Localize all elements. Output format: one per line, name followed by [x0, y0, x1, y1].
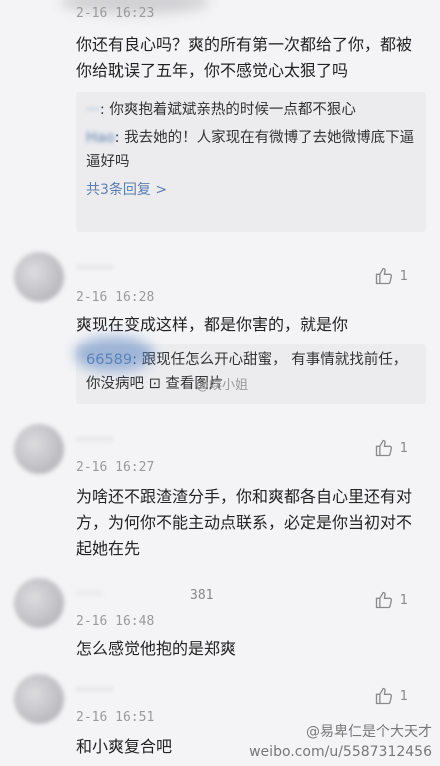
reply-text: 你爽抱着斌斌亲热的时候一点都不狠心 [109, 102, 356, 118]
reply-author[interactable]: Hao [86, 130, 115, 146]
reply-item: ···: 你爽抱着斌斌亲热的时候一点都不狠心 [86, 102, 356, 118]
watermark-corner: @易卑仁是个大天才 weibo.com/u/5587312456 [249, 722, 432, 762]
like-count: 1 [399, 440, 408, 456]
comment-time: 2-16 16:27 [76, 460, 155, 475]
comment-author-suffix: 381 [190, 588, 214, 603]
comment-text: 怎么感觉他抱的是郑爽 [76, 639, 237, 658]
comment-4: ····· 381 2-16 16:48 1 怎么感觉他抱的是郑爽 [0, 574, 440, 666]
avatar[interactable] [14, 424, 64, 474]
comment-1: 2-16 16:23 你还有良心吗？爽的所有第一次都给了你，都被你给耽误了五年，… [0, 0, 440, 240]
thumbs-up-icon [375, 591, 392, 609]
reply-item: Hao: 我去她的！人家现在有微博了去她微博底下逼逼好吗 [86, 130, 415, 170]
comment-text: 爽现在变成这样，都是你害的，就是你 [76, 315, 349, 334]
avatar[interactable] [14, 674, 64, 724]
comment-text: 你还有良心吗？爽的所有第一次都给了你，都被你给耽误了五年，你不感觉心太狠了吗 [76, 35, 413, 80]
comment-time: 2-16 16:48 [76, 614, 155, 629]
watermark-url: weibo.com/u/5587312456 [249, 744, 432, 760]
comment-3: ······· 2-16 16:27 1 为啥还不跟渣渣分手，你和爽都各自心里还… [0, 420, 440, 570]
thumbs-up-icon [375, 439, 392, 457]
more-replies-link[interactable]: 共3条回复 > [86, 178, 416, 202]
redacted-name [74, 336, 154, 372]
comment-author[interactable]: ······· [76, 260, 114, 276]
comment-author[interactable]: ······· [76, 432, 114, 448]
like-count: 1 [399, 268, 408, 284]
like-button[interactable]: 1 [374, 438, 408, 458]
reply-text: 我去她的！人家现在有微博了去她微博底下逼逼好吗 [86, 130, 415, 170]
comment-author[interactable]: ····· [76, 586, 103, 602]
like-button[interactable]: 1 [374, 590, 408, 610]
watermark-name: @易卑仁是个大天才 [306, 724, 432, 740]
like-count: 1 [399, 592, 408, 608]
comment-time: 2-16 16:23 [76, 6, 155, 21]
reply-thread[interactable]: ···: 你爽抱着斌斌亲热的时候一点都不狠心 Hao: 我去她的！人家现在有微博… [76, 92, 426, 232]
like-count: 1 [399, 688, 408, 704]
thumbs-up-icon [375, 267, 392, 285]
like-button[interactable]: 1 [374, 686, 408, 706]
comment-author[interactable]: ······· [76, 682, 114, 698]
thumbs-up-icon [375, 687, 392, 705]
comment-time: 2-16 16:28 [76, 290, 155, 305]
like-button[interactable]: 1 [374, 266, 408, 286]
avatar[interactable] [14, 578, 64, 628]
comment-time: 2-16 16:51 [76, 710, 155, 725]
reply-author[interactable]: ··· [86, 102, 100, 118]
avatar[interactable] [14, 252, 64, 302]
comment-text: 为啥还不跟渣渣分手，你和爽都各自心里还有对方，为何你不能主动点联系，必定是你当初… [76, 487, 413, 558]
watermark-mid: @娱小姐 [196, 378, 249, 393]
